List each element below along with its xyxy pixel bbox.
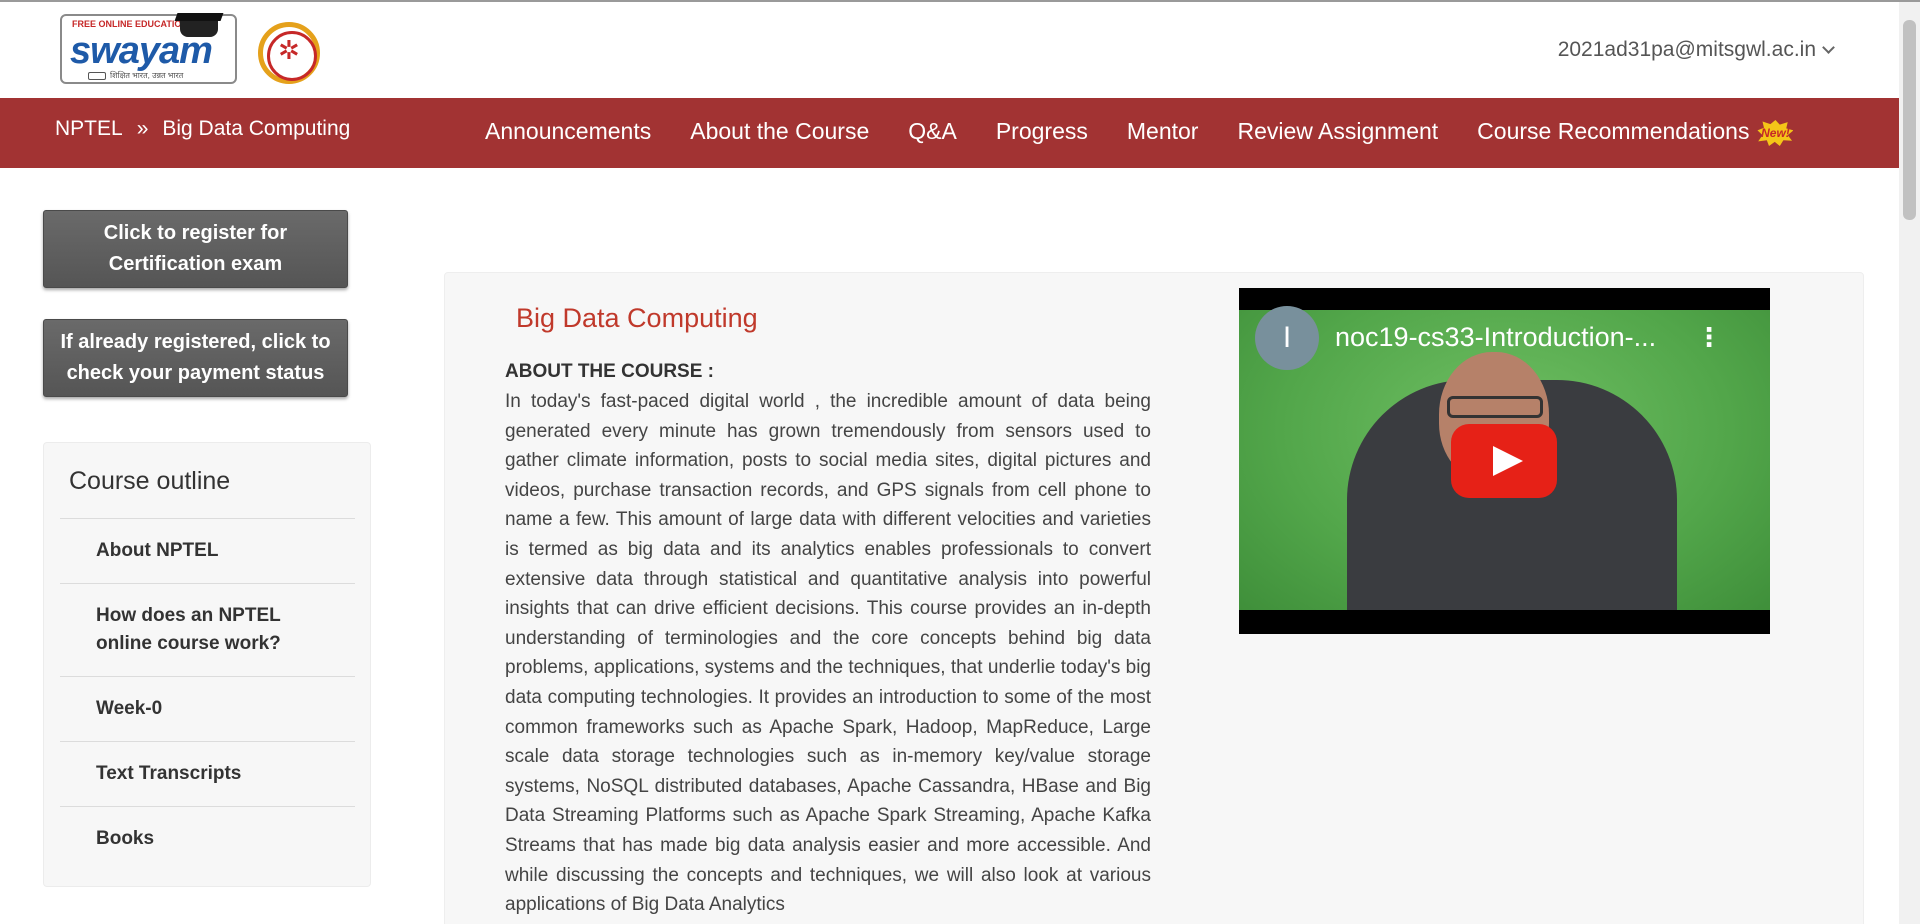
graduation-cap-icon [180,17,218,37]
new-badge: New! [1757,120,1794,146]
outline-item-about-nptel[interactable]: About NPTEL [60,518,355,583]
outline-item-books[interactable]: Books [60,806,355,871]
payment-status-button[interactable]: If already registered, click to check yo… [43,319,348,397]
nav-course-recommendations-label: Course Recommendations [1477,118,1750,144]
emblem-logo: ✲ [258,22,320,84]
logo-subtitle: शिक्षित भारत, उन्नत भारत [110,71,184,80]
scrollbar-thumb[interactable] [1903,20,1916,220]
nav-announcements[interactable]: Announcements [485,118,651,148]
user-menu[interactable]: 2021ad31pa@mitsgwl.ac.in [1557,38,1835,62]
video-title[interactable]: noc19-cs33-Introduction-... [1335,322,1656,353]
page-scrollbar[interactable] [1899,2,1920,924]
breadcrumb: NPTEL » Big Data Computing [55,117,350,141]
star-emblem-icon: ✲ [278,35,300,65]
more-vert-icon[interactable]: ⋮ [1696,324,1722,350]
course-navbar: NPTEL » Big Data Computing Announcements A… [0,98,1899,168]
nav-qa[interactable]: Q&A [908,118,957,148]
breadcrumb-separator: » [136,117,149,140]
channel-avatar[interactable]: I [1255,306,1319,370]
user-email: 2021ad31pa@mitsgwl.ac.in [1557,38,1816,61]
top-header: FREE ONLINE EDUCATION swayam शिक्षित भार… [0,2,1899,98]
course-outline: Course outline About NPTEL How does an N… [43,442,371,887]
plug-icon [88,72,106,80]
nav-review-assignment[interactable]: Review Assignment [1237,118,1438,148]
about-text: In today's fast-paced digital world , th… [505,391,1151,916]
outline-item-how-course-works[interactable]: How does an NPTEL online course work? [60,583,355,676]
nav-course-recommendations[interactable]: Course Recommendations New! [1477,118,1794,148]
play-icon[interactable] [1451,424,1557,498]
nav-about-course[interactable]: About the Course [690,118,869,148]
course-title: Big Data Computing [516,303,758,333]
chevron-down-icon [1822,41,1835,54]
presenter-glasses [1447,396,1543,418]
nav-mentor[interactable]: Mentor [1127,118,1199,148]
register-exam-button[interactable]: Click to register for Certification exam [43,210,348,288]
breadcrumb-current[interactable]: Big Data Computing [162,117,350,140]
outline-item-week-0[interactable]: Week-0 [60,676,355,741]
outline-item-text-transcripts[interactable]: Text Transcripts [60,741,355,806]
nav-menu: Announcements About the Course Q&A Progr… [485,118,1794,148]
breadcrumb-root[interactable]: NPTEL [55,117,123,140]
logo-tagline: FREE ONLINE EDUCATION [72,19,188,29]
course-outline-list: About NPTEL How does an NPTEL online cou… [60,518,355,871]
about-heading: ABOUT THE COURSE : [505,361,714,382]
nav-progress[interactable]: Progress [996,118,1088,148]
video-player[interactable]: I noc19-cs33-Introduction-... ⋮ [1239,288,1770,634]
page: FREE ONLINE EDUCATION swayam शिक्षित भार… [0,0,1920,924]
course-outline-title: Course outline [69,467,231,495]
swayam-logo[interactable]: FREE ONLINE EDUCATION swayam शिक्षित भार… [60,14,237,84]
